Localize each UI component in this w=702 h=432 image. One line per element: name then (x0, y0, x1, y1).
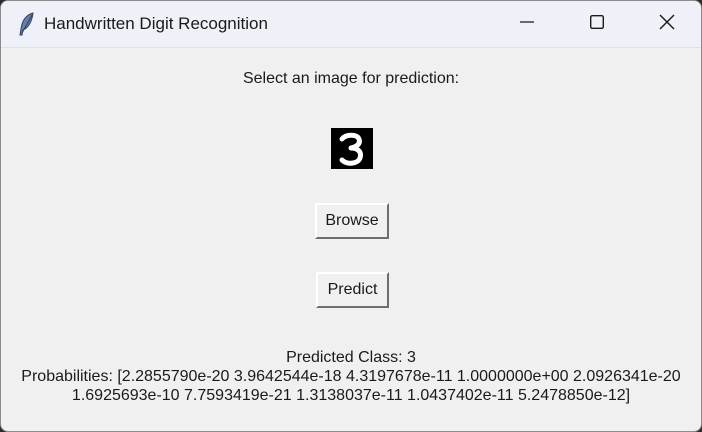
title-bar[interactable]: Handwritten Digit Recognition (1, 1, 701, 47)
window-title: Handwritten Digit Recognition (44, 14, 268, 33)
main-panel: Select an image for prediction: Browse P… (1, 47, 701, 431)
minimize-icon (520, 15, 534, 34)
predict-button[interactable]: Predict (316, 272, 389, 308)
maximize-button[interactable] (562, 1, 632, 47)
feather-icon (18, 12, 36, 36)
prediction-result: Predicted Class: 3 Probabilities: [2.285… (1, 348, 701, 405)
minimize-button[interactable] (492, 1, 562, 47)
probabilities-line-1: Probabilities: [2.2855790e-20 3.9642544e… (21, 368, 681, 385)
close-button[interactable] (632, 1, 701, 47)
probabilities-line-2: 1.6925693e-10 7.7593419e-21 1.3138037e-1… (71, 387, 631, 404)
prompt-label: Select an image for prediction: (242, 70, 460, 87)
app-window: Handwritten Digit Recognition Select an … (0, 0, 702, 432)
predicted-class-label: Predicted Class: 3 (286, 349, 416, 366)
maximize-icon (589, 14, 605, 34)
browse-button[interactable]: Browse (315, 203, 389, 239)
digit-image (331, 128, 373, 169)
close-icon (659, 14, 675, 35)
